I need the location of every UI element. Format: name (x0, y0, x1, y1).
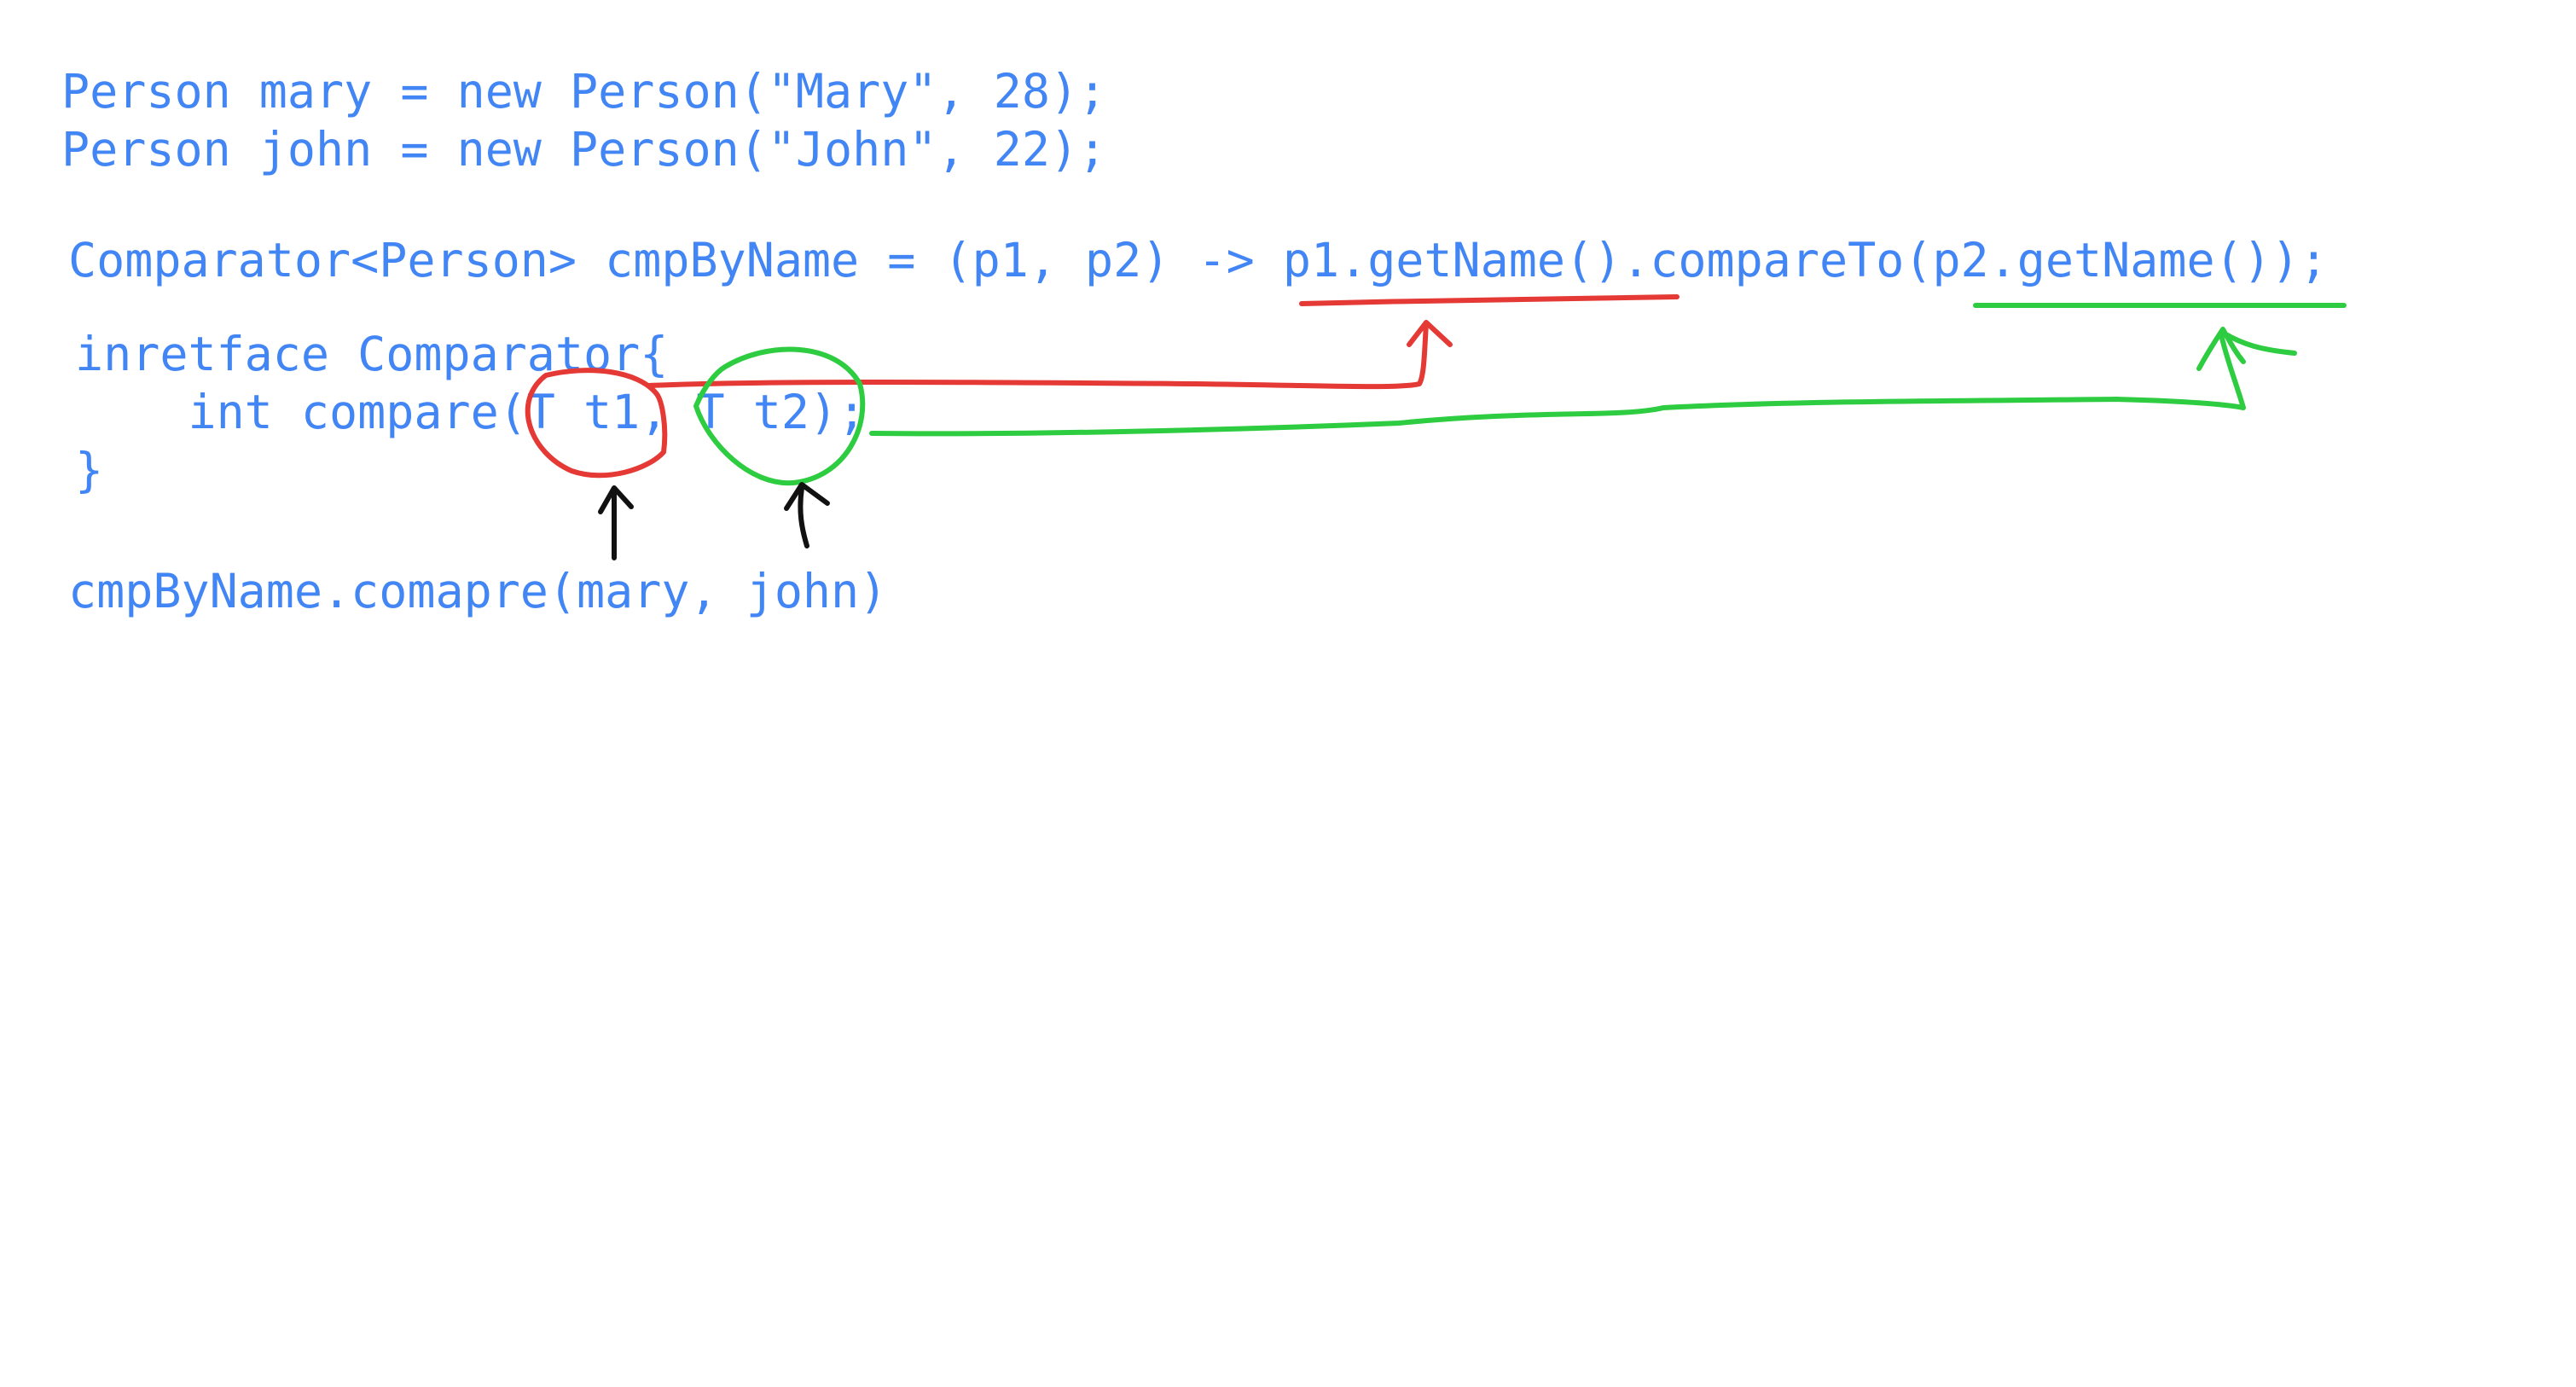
green-connector-line (869, 332, 2246, 437)
black-arrow-to-t2 (798, 485, 809, 548)
red-underline-p1-getname (1299, 294, 1680, 306)
whiteboard-canvas: Person mary = new Person("Mary", 28); Pe… (0, 0, 2576, 1387)
green-annotation-group (693, 302, 2347, 486)
code-line-comparator-lambda: Comparator<Person> cmpByName = (p1, p2) … (68, 233, 2329, 287)
code-line-interface-declaration: inretface Comparator{ (75, 327, 669, 381)
red-connector-line (646, 322, 1429, 390)
code-line-person-john: Person john = new Person("John", 22); (61, 122, 1107, 177)
black-arrowhead-t2 (784, 482, 830, 511)
code-line-closing-brace: } (75, 443, 104, 497)
black-arrowhead-t1 (598, 485, 634, 514)
black-annotation-group (598, 482, 830, 560)
green-arrowhead (2196, 327, 2297, 371)
code-line-compare-call: cmpByName.comapre(mary, john) (68, 564, 888, 618)
handwritten-annotations (525, 294, 2347, 560)
code-line-person-mary: Person mary = new Person("Mary", 28); (61, 64, 1107, 119)
code-line-compare-method: int compare(T t1, T t2); (75, 385, 867, 439)
red-arrowhead (1407, 320, 1453, 347)
